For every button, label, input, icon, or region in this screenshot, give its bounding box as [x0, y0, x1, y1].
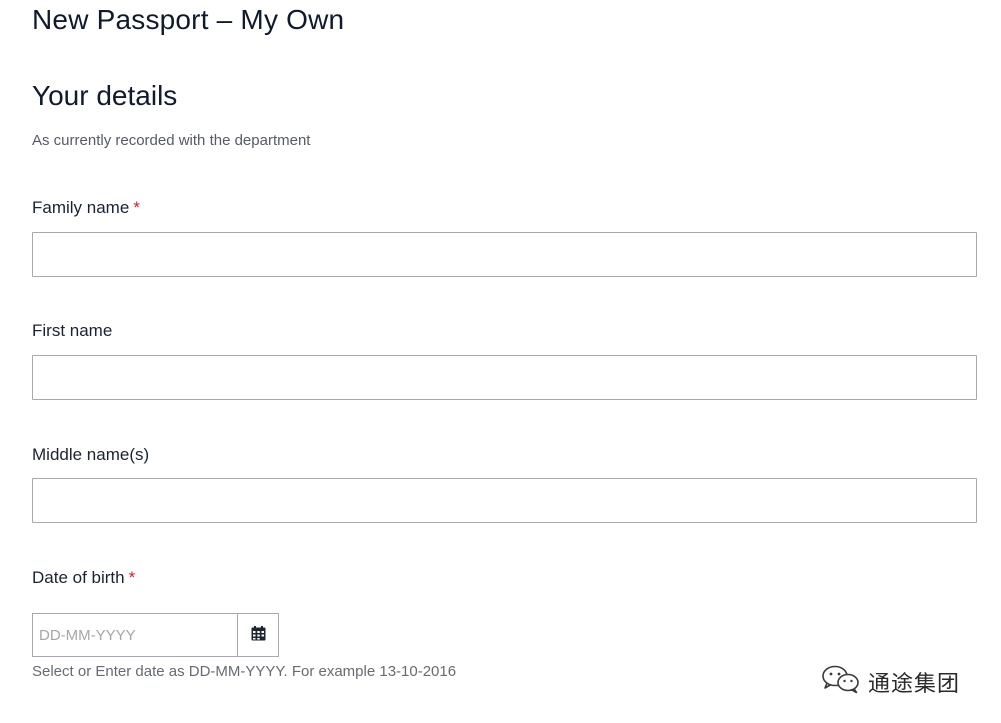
- section-title: Your details: [32, 80, 178, 111]
- passport-form-page: New Passport – My Own Your details As cu…: [0, 0, 1001, 723]
- date-of-birth-label: Date of birth *: [32, 568, 135, 588]
- date-of-birth-label-text: Date of birth: [32, 568, 125, 587]
- first-name-input[interactable]: [32, 355, 977, 400]
- date-help-text: Select or Enter date as DD-MM-YYYY. For …: [32, 663, 457, 680]
- calendar-icon: [251, 626, 266, 644]
- first-name-label: First name: [32, 321, 112, 341]
- required-mark: *: [133, 198, 140, 217]
- family-name-label-text: Family name: [32, 198, 130, 217]
- calendar-button[interactable]: [238, 614, 278, 656]
- section-subtitle: As currently recorded with the departmen…: [32, 132, 311, 149]
- middle-names-label: Middle name(s): [32, 445, 149, 465]
- watermark: 通途集团: [820, 664, 960, 699]
- date-of-birth-input[interactable]: [33, 614, 238, 656]
- first-name-label-text: First name: [32, 321, 113, 340]
- required-mark: *: [128, 568, 136, 587]
- middle-names-input[interactable]: [32, 478, 977, 523]
- middle-names-label-text: Middle name(s): [32, 445, 150, 464]
- watermark-text: 通途集团: [868, 671, 961, 697]
- family-name-label: Family name *: [32, 198, 140, 218]
- wechat-icon: [820, 664, 862, 699]
- family-name-input[interactable]: [32, 232, 977, 277]
- page-title: New Passport – My Own: [32, 4, 345, 35]
- date-of-birth-group: [32, 613, 279, 657]
